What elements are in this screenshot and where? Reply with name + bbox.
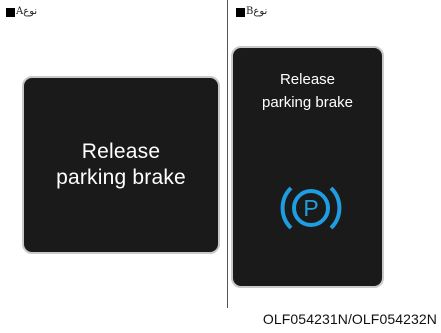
warning-message-line1: Release	[81, 140, 161, 163]
panel-b-type-letter: B	[246, 6, 254, 17]
cluster-display-type-b: Release parking brake P	[231, 46, 384, 288]
panel-divider	[227, 0, 228, 308]
cluster-display-type-a: Release parking brake	[22, 76, 220, 254]
panel-a-label: A نوع	[6, 6, 37, 18]
brake-letter: P	[303, 195, 318, 221]
warning-message-line1: Release	[279, 71, 336, 88]
warning-message: Release parking brake	[56, 139, 186, 191]
brake-arc-right	[329, 186, 342, 230]
image-reference-code: OLF054231N/OLF054232N	[262, 311, 437, 327]
warning-message-line2: parking brake	[56, 166, 186, 189]
square-bullet-icon	[236, 7, 245, 17]
panel-b-type-word: نوع	[253, 6, 268, 17]
panel-b-label: B نوع	[236, 6, 267, 18]
brake-arc-left	[280, 186, 293, 230]
panel-a-type-word: نوع	[23, 6, 38, 17]
square-bullet-icon	[6, 7, 15, 17]
parking-brake-warning-icon: P	[280, 186, 342, 230]
warning-message: Release parking brake	[233, 68, 382, 114]
panel-a-type-letter: A	[16, 6, 24, 17]
warning-message-line2: parking brake	[262, 94, 353, 111]
